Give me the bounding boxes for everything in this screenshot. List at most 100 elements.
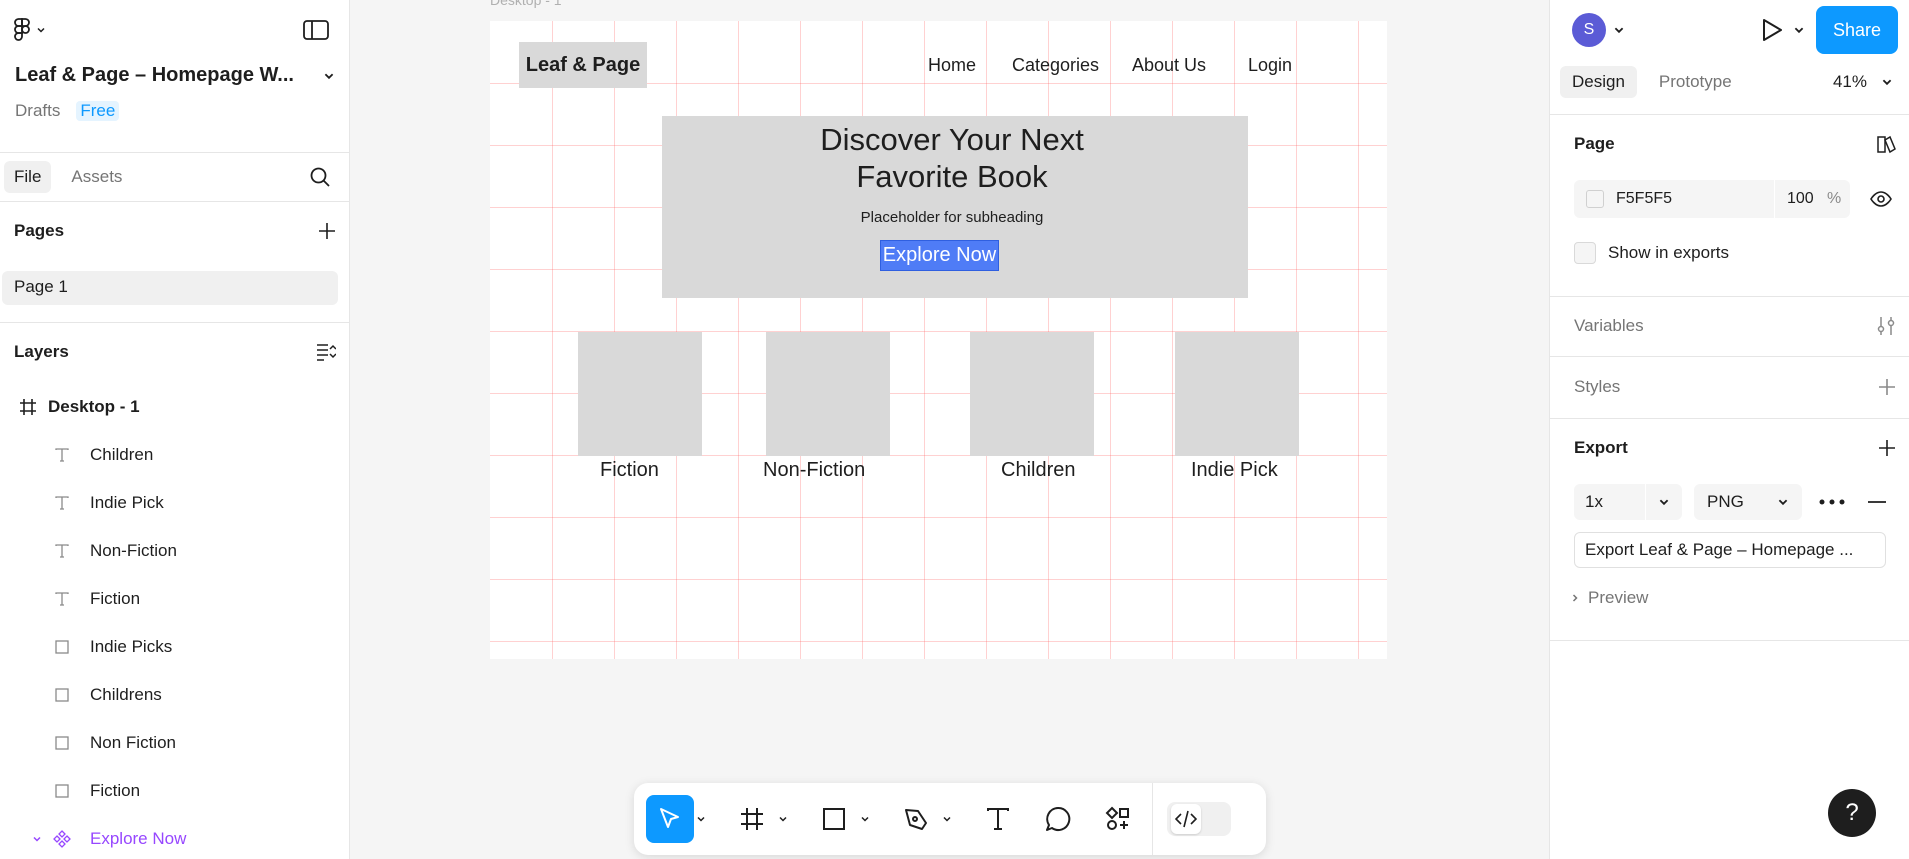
rectangle-layer-icon bbox=[52, 685, 72, 705]
card-label-indie-pick[interactable]: Indie Pick bbox=[1191, 459, 1278, 482]
chevron-down-icon bbox=[324, 73, 334, 79]
tab-assets[interactable]: Assets bbox=[61, 161, 132, 193]
hero-subheading[interactable]: Placeholder for subheading bbox=[662, 209, 1242, 226]
frame-tool-button[interactable] bbox=[728, 795, 776, 843]
tab-file[interactable]: File bbox=[4, 161, 52, 193]
search-icon[interactable] bbox=[309, 166, 331, 188]
text-layer-icon bbox=[52, 589, 72, 609]
card-fiction[interactable] bbox=[578, 332, 702, 456]
design-canvas[interactable]: Desktop - 1 Leaf & Page Home Categories … bbox=[350, 0, 1549, 859]
hero-section[interactable]: Discover Your Next Favorite Book Placeho… bbox=[662, 116, 1248, 298]
divider bbox=[0, 322, 349, 323]
chevron-down-icon[interactable] bbox=[32, 834, 42, 844]
card-label-fiction[interactable]: Fiction bbox=[600, 459, 659, 482]
shape-tool-menu[interactable] bbox=[858, 795, 872, 843]
card-indie-pick[interactable] bbox=[1175, 332, 1299, 456]
move-tool-menu[interactable] bbox=[694, 795, 708, 843]
text-tool-button[interactable] bbox=[974, 795, 1022, 843]
sidebar-toggle-icon[interactable] bbox=[303, 20, 329, 40]
nav-about-us[interactable]: About Us bbox=[1132, 55, 1206, 76]
show-in-exports-checkbox[interactable] bbox=[1574, 242, 1596, 264]
text-layer-icon bbox=[52, 541, 72, 561]
help-button[interactable]: ? bbox=[1828, 789, 1876, 837]
frame-label[interactable]: Desktop - 1 bbox=[490, 0, 562, 8]
shape-tool-button[interactable] bbox=[810, 795, 858, 843]
collapse-layers-icon[interactable] bbox=[316, 343, 336, 361]
page-fill-hex[interactable]: F5F5F5 bbox=[1616, 190, 1774, 208]
site-logo[interactable]: Leaf & Page bbox=[519, 42, 647, 88]
library-icon[interactable] bbox=[1876, 134, 1896, 154]
layer-text-fiction[interactable]: Fiction bbox=[0, 576, 349, 622]
add-export-icon[interactable] bbox=[1878, 439, 1896, 457]
page-item-page-1[interactable]: Page 1 bbox=[2, 271, 338, 305]
explore-now-button[interactable]: Explore Now bbox=[880, 240, 999, 271]
layer-rect-childrens[interactable]: Childrens bbox=[0, 672, 349, 718]
layer-text-children[interactable]: Children bbox=[0, 432, 349, 478]
dev-mode-toggle[interactable] bbox=[1167, 802, 1231, 836]
more-options-icon[interactable] bbox=[1819, 496, 1845, 508]
zoom-control[interactable]: 41% bbox=[1833, 72, 1893, 92]
pen-icon bbox=[905, 809, 927, 830]
desktop-frame[interactable]: Leaf & Page Home Categories About Us Log… bbox=[490, 21, 1387, 659]
page-fill-opacity[interactable]: 100 bbox=[1787, 190, 1827, 208]
chevron-down-icon[interactable] bbox=[1793, 24, 1805, 36]
file-title[interactable]: Leaf & Page – Homepage W... bbox=[15, 64, 335, 87]
remove-export-icon[interactable] bbox=[1868, 500, 1886, 504]
drafts-link[interactable]: Drafts bbox=[15, 101, 60, 121]
layer-rect-non-fiction[interactable]: Non Fiction bbox=[0, 720, 349, 766]
eye-icon[interactable] bbox=[1870, 190, 1892, 208]
right-panel: S Share Design Prototype 41% Page F5F5F5… bbox=[1549, 0, 1909, 859]
frame-tool-menu[interactable] bbox=[776, 795, 790, 843]
hero-title-line: Favorite Book bbox=[856, 159, 1048, 194]
add-style-icon[interactable] bbox=[1878, 378, 1896, 396]
export-scale-select[interactable]: 1x bbox=[1574, 484, 1682, 520]
share-button[interactable]: Share bbox=[1816, 6, 1898, 54]
export-button[interactable]: Export Leaf & Page – Homepage ... bbox=[1574, 532, 1886, 568]
nav-login[interactable]: Login bbox=[1248, 55, 1292, 76]
export-format-select[interactable]: PNG bbox=[1694, 484, 1802, 520]
present-play-icon[interactable] bbox=[1761, 18, 1783, 42]
main-menu-button[interactable] bbox=[14, 18, 46, 42]
layer-desktop-1[interactable]: Desktop - 1 bbox=[0, 384, 349, 430]
file-location: Drafts Free bbox=[15, 101, 120, 121]
hero-title[interactable]: Discover Your Next Favorite Book bbox=[662, 121, 1242, 195]
layer-component-explore-now[interactable]: Explore Now bbox=[0, 816, 349, 859]
card-label-non-fiction[interactable]: Non-Fiction bbox=[763, 459, 865, 482]
page-fill-swatch[interactable] bbox=[1586, 190, 1604, 208]
layer-label: Indie Pick bbox=[90, 493, 164, 512]
pen-tool-button[interactable] bbox=[892, 795, 940, 843]
move-tool-button[interactable] bbox=[646, 795, 694, 843]
tab-prototype[interactable]: Prototype bbox=[1647, 66, 1744, 98]
adjust-variables-icon[interactable] bbox=[1876, 316, 1896, 336]
bottom-toolbar bbox=[634, 783, 1266, 855]
export-format-value: PNG bbox=[1707, 492, 1744, 511]
layer-text-non-fiction[interactable]: Non-Fiction bbox=[0, 528, 349, 574]
page-fill-field[interactable]: F5F5F5 100 % bbox=[1574, 180, 1850, 218]
pages-heading: Pages bbox=[14, 221, 65, 240]
layer-text-indie-pick[interactable]: Indie Pick bbox=[0, 480, 349, 526]
card-children[interactable] bbox=[970, 332, 1094, 456]
actions-tool-button[interactable] bbox=[1094, 795, 1142, 843]
layer-label: Childrens bbox=[90, 685, 162, 704]
styles-section-header: Styles bbox=[1574, 377, 1896, 397]
layer-rect-fiction[interactable]: Fiction bbox=[0, 768, 349, 814]
card-non-fiction[interactable] bbox=[766, 332, 890, 456]
toolbar-divider bbox=[1152, 783, 1153, 855]
show-in-exports-row[interactable]: Show in exports bbox=[1574, 242, 1729, 264]
layers-header: Layers bbox=[14, 342, 336, 362]
chevron-down-icon bbox=[861, 816, 869, 822]
pen-tool-menu[interactable] bbox=[940, 795, 954, 843]
chevron-down-icon[interactable] bbox=[1613, 24, 1625, 36]
add-page-icon[interactable] bbox=[318, 222, 336, 240]
tab-design[interactable]: Design bbox=[1560, 66, 1637, 98]
preview-label: Preview bbox=[1588, 588, 1649, 607]
preview-toggle[interactable]: Preview bbox=[1570, 588, 1648, 608]
avatar[interactable]: S bbox=[1572, 13, 1606, 47]
nav-categories[interactable]: Categories bbox=[1012, 55, 1099, 76]
layer-rect-indie-picks[interactable]: Indie Picks bbox=[0, 624, 349, 670]
card-label-children[interactable]: Children bbox=[1001, 459, 1075, 482]
divider bbox=[1550, 356, 1909, 357]
plan-badge[interactable]: Free bbox=[76, 101, 120, 121]
nav-home[interactable]: Home bbox=[928, 55, 976, 76]
comment-tool-button[interactable] bbox=[1034, 795, 1082, 843]
